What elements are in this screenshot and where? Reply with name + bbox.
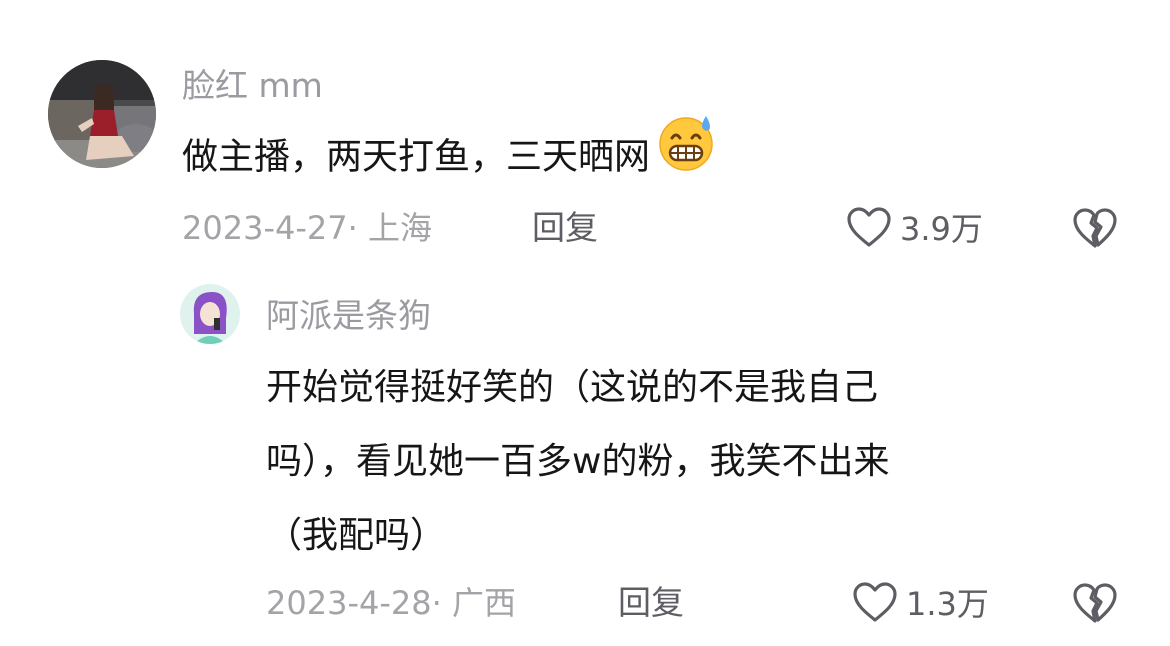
avatar[interactable] — [48, 60, 156, 168]
comment-meta: 2023-4-27· 上海 — [182, 209, 432, 247]
heart-outline-icon — [852, 581, 898, 627]
reply-username[interactable]: 阿派是条狗 — [266, 296, 431, 336]
reply-meta: 2023-4-28· 广西 — [266, 584, 516, 622]
dislike-button[interactable] — [1072, 206, 1118, 254]
comment-username[interactable]: 脸红 mm — [182, 66, 323, 106]
grimacing-sweat-emoji-icon — [656, 112, 716, 197]
reply-text-line-3: （我配吗） — [266, 515, 447, 556]
reply-text-line-2: 吗），看见她一百多w的粉，我笑不出来 — [266, 441, 890, 482]
broken-heart-icon — [1073, 208, 1117, 248]
reply-text-line-1: 开始觉得挺好笑的（这说的不是我自己 — [266, 367, 879, 408]
broken-heart-icon — [1073, 583, 1117, 623]
heart-outline-icon — [846, 206, 892, 252]
like-button[interactable]: 1.3万 — [852, 581, 989, 627]
comment-text-body: 做主播，两天打鱼，三天晒网 — [182, 136, 651, 178]
reply-button[interactable]: 回复 — [532, 208, 598, 248]
comment-text: 做主播，两天打鱼，三天晒网 — [182, 116, 716, 197]
like-count: 3.9万 — [900, 210, 983, 248]
avatar[interactable] — [180, 284, 240, 344]
like-button[interactable]: 3.9万 — [846, 206, 983, 252]
reply-button[interactable]: 回复 — [618, 583, 684, 623]
like-count: 1.3万 — [906, 585, 989, 623]
dislike-button[interactable] — [1072, 581, 1118, 629]
